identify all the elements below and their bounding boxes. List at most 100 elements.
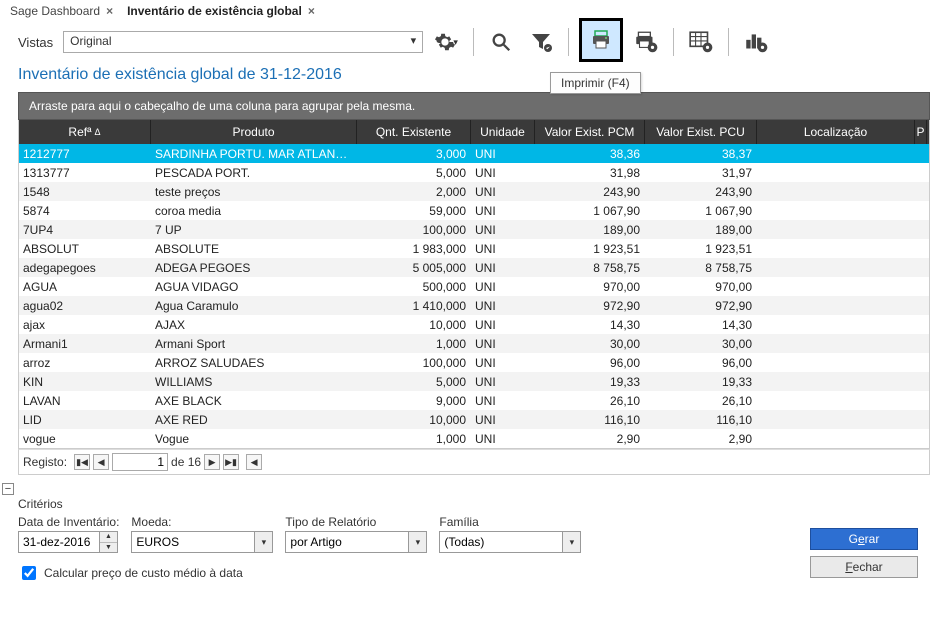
prev-page-button[interactable]: ◀: [93, 454, 109, 470]
cell: adegapegoes: [19, 261, 151, 275]
table-row[interactable]: arrozARROZ SALUDAES100,000UNI96,0096,00: [19, 353, 929, 372]
group-by-bar[interactable]: Arraste para aqui o cabeçalho de uma col…: [18, 92, 930, 120]
pager-label: Registo:: [23, 455, 67, 469]
table-row[interactable]: 5874coroa media59,000UNI1 067,901 067,90: [19, 201, 929, 220]
cell: 1548: [19, 185, 151, 199]
familia-dropdown[interactable]: ▾: [563, 531, 581, 553]
criteria-title: Critérios: [18, 497, 930, 511]
col-loc[interactable]: Localização: [757, 120, 915, 144]
filter-icon[interactable]: [524, 25, 558, 59]
cell: UNI: [471, 280, 535, 294]
table-row[interactable]: 1548teste preços2,000UNI243,90243,90: [19, 182, 929, 201]
table-row[interactable]: ajaxAJAX10,000UNI14,3014,30: [19, 315, 929, 334]
last-page-button[interactable]: ▶▮: [223, 454, 239, 470]
tipo-dropdown[interactable]: ▾: [409, 531, 427, 553]
section-collapse[interactable]: −: [2, 483, 14, 495]
fechar-button[interactable]: Fechar: [810, 556, 918, 578]
col-produto[interactable]: Produto: [151, 120, 357, 144]
print-button[interactable]: [579, 18, 623, 62]
cell: 1 983,000: [357, 242, 471, 256]
cell: coroa media: [151, 204, 357, 218]
cell: 972,90: [645, 299, 757, 313]
table-row[interactable]: 1313777PESCADA PORT.5,000UNI31,9831,97: [19, 163, 929, 182]
col-ref[interactable]: RefªΔ: [19, 120, 151, 144]
table-row[interactable]: vogueVogue1,000UNI2,902,90: [19, 429, 929, 448]
cell: vogue: [19, 432, 151, 446]
print-settings-icon[interactable]: [629, 25, 663, 59]
cell: 10,000: [357, 318, 471, 332]
chart-settings-icon[interactable]: [739, 25, 773, 59]
search-icon[interactable]: [484, 25, 518, 59]
col-pcu[interactable]: Valor Exist. PCU: [645, 120, 757, 144]
cell: AJAX: [151, 318, 357, 332]
cell: 116,10: [535, 413, 645, 427]
table-row[interactable]: ABSOLUTABSOLUTE1 983,000UNI1 923,511 923…: [19, 239, 929, 258]
table-row[interactable]: AGUAAGUA VIDAGO500,000UNI970,00970,00: [19, 277, 929, 296]
cell: SARDINHA PORTU. MAR ATLANTIC: [151, 147, 357, 161]
cell: 30,00: [535, 337, 645, 351]
moeda-dropdown[interactable]: ▾: [255, 531, 273, 553]
separator: [673, 28, 674, 56]
scroll-left[interactable]: ◀: [246, 454, 262, 470]
tipo-input[interactable]: [285, 531, 409, 553]
table-row[interactable]: agua02Agua Caramulo1 410,000UNI972,90972…: [19, 296, 929, 315]
cell: Vogue: [151, 432, 357, 446]
cell: 8 758,75: [535, 261, 645, 275]
cell: 2,90: [645, 432, 757, 446]
page-title: Inventário de existência global de 31-12…: [0, 62, 948, 92]
cell: 100,000: [357, 356, 471, 370]
tab-inventario[interactable]: Inventário de existência global ×: [123, 2, 319, 20]
cell: 1 923,51: [535, 242, 645, 256]
cell: agua02: [19, 299, 151, 313]
date-spinner[interactable]: ▲▼: [100, 531, 118, 553]
table-row[interactable]: 7UP47 UP100,000UNI189,00189,00: [19, 220, 929, 239]
table-row[interactable]: 1212777SARDINHA PORTU. MAR ATLANTIC3,000…: [19, 144, 929, 163]
calc-preco-checkbox[interactable]: [22, 566, 36, 580]
cell: UNI: [471, 223, 535, 237]
cell: Armani1: [19, 337, 151, 351]
tab-dashboard[interactable]: Sage Dashboard ×: [6, 2, 117, 20]
cell: 100,000: [357, 223, 471, 237]
tab-bar: Sage Dashboard × Inventário de existênci…: [0, 0, 948, 22]
settings-icon[interactable]: ▾: [429, 25, 463, 59]
cell: UNI: [471, 147, 535, 161]
separator: [473, 28, 474, 56]
table-row[interactable]: LIDAXE RED10,000UNI116,10116,10: [19, 410, 929, 429]
close-icon[interactable]: ×: [308, 4, 315, 18]
cell: 38,37: [645, 147, 757, 161]
first-page-button[interactable]: ▮◀: [74, 454, 90, 470]
separator: [728, 28, 729, 56]
col-p[interactable]: P: [915, 120, 927, 144]
table-row[interactable]: Armani1Armani Sport1,000UNI30,0030,00: [19, 334, 929, 353]
table-row[interactable]: LAVANAXE BLACK9,000UNI26,1026,10: [19, 391, 929, 410]
cell: 7UP4: [19, 223, 151, 237]
data-inventario-input[interactable]: [18, 531, 100, 553]
vistas-select[interactable]: Original: [63, 31, 423, 53]
data-grid: RefªΔ Produto Qnt. Existente Unidade Val…: [18, 120, 930, 449]
cell: 1 067,90: [535, 204, 645, 218]
cell: 59,000: [357, 204, 471, 218]
cell: 8 758,75: [645, 261, 757, 275]
next-page-button[interactable]: ▶: [204, 454, 220, 470]
col-unidade[interactable]: Unidade: [471, 120, 535, 144]
cell: 189,00: [535, 223, 645, 237]
calc-preco-label: Calcular preço de custo médio à data: [44, 566, 243, 580]
cell: 96,00: [645, 356, 757, 370]
cell: 1,000: [357, 337, 471, 351]
col-qnt[interactable]: Qnt. Existente: [357, 120, 471, 144]
familia-input[interactable]: [439, 531, 563, 553]
moeda-input[interactable]: [131, 531, 255, 553]
cell: 1 067,90: [645, 204, 757, 218]
gerar-button[interactable]: Gerar: [810, 528, 918, 550]
tab-label: Inventário de existência global: [127, 4, 302, 18]
grid-settings-icon[interactable]: [684, 25, 718, 59]
cell: WILLIAMS: [151, 375, 357, 389]
cell: 500,000: [357, 280, 471, 294]
table-row[interactable]: KINWILLIAMS5,000UNI19,3319,33: [19, 372, 929, 391]
col-pcm[interactable]: Valor Exist. PCM: [535, 120, 645, 144]
action-buttons: Gerar Fechar: [810, 528, 918, 578]
close-icon[interactable]: ×: [106, 4, 113, 18]
page-input[interactable]: [112, 453, 168, 471]
table-row[interactable]: adegapegoesADEGA PEGOES5 005,000UNI8 758…: [19, 258, 929, 277]
cell: 2,90: [535, 432, 645, 446]
